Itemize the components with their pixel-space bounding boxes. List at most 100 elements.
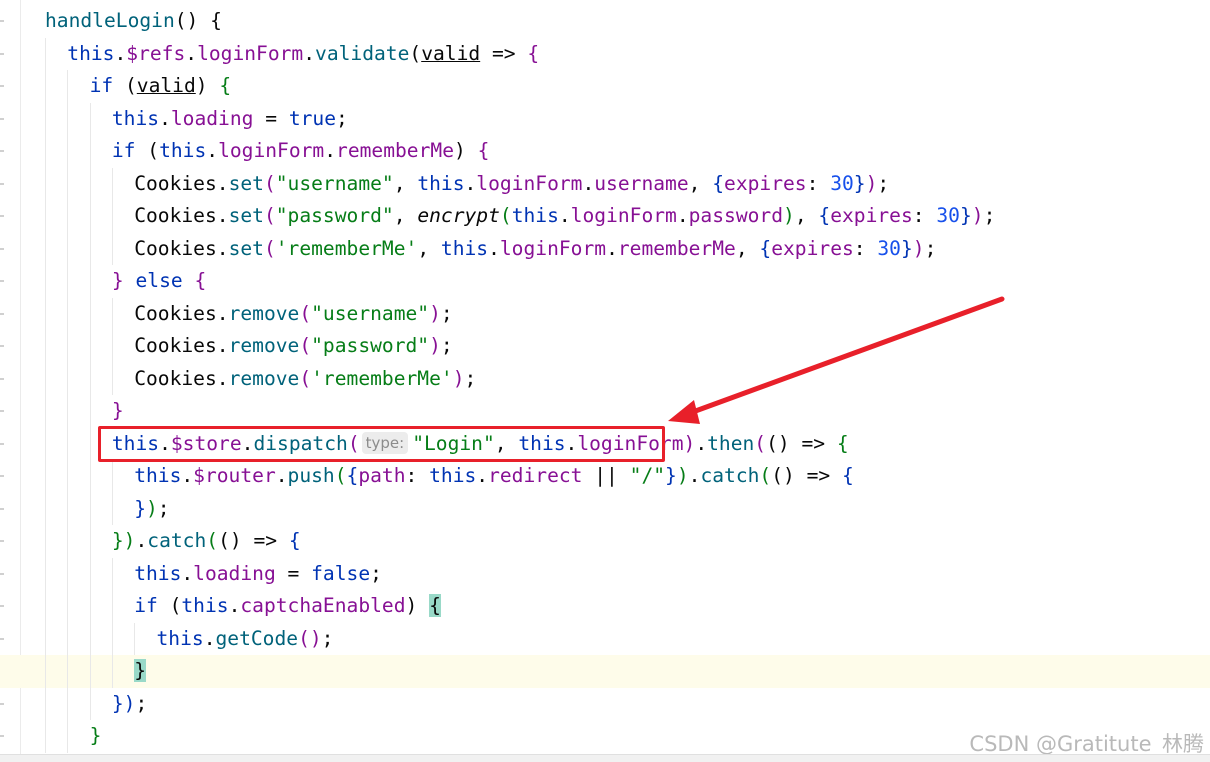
code-token: handleLogin (45, 9, 175, 32)
indent-guide (89, 167, 91, 200)
code-token: ; (440, 301, 453, 325)
code-token: this (134, 464, 182, 487)
code-line[interactable]: } (0, 395, 1210, 428)
code-token: this (111, 106, 160, 130)
code-token: . (203, 626, 216, 650)
indent-guide (45, 720, 46, 753)
code-line[interactable]: this.loading = false; (0, 557, 1210, 590)
indent-guide (89, 135, 91, 168)
code-token: set (228, 171, 264, 195)
code-text: Cookies.set("username", this.loginForm.u… (134, 168, 889, 201)
code-token: , (393, 204, 418, 227)
code-line[interactable]: }).catch(() => { (0, 525, 1210, 558)
code-token: ; (135, 691, 148, 715)
code-token: { (219, 74, 232, 97)
indent-guide (45, 590, 46, 623)
code-token: ) (683, 431, 696, 455)
code-token: : (912, 204, 937, 227)
code-token: ; (336, 106, 348, 130)
code-token: || (582, 464, 630, 487)
code-token: rememberMe (617, 236, 736, 260)
indent-guide (89, 102, 91, 135)
code-token: . (216, 236, 229, 260)
code-token: set (228, 204, 264, 227)
indent-guide (89, 492, 91, 525)
code-token: . (606, 236, 618, 260)
code-line[interactable]: this.$router.push({path: this.redirect |… (0, 460, 1210, 493)
code-token: . (159, 106, 171, 130)
code-line[interactable]: Cookies.set("username", this.loginForm.u… (0, 167, 1210, 201)
indent-guide (89, 557, 91, 590)
code-token: , (417, 236, 441, 260)
code-token: . (324, 139, 337, 162)
code-line[interactable]: Cookies.remove("username"); (0, 297, 1210, 331)
indent-guide (134, 622, 136, 655)
code-line[interactable]: Cookies.set("password", encrypt(this.log… (0, 200, 1210, 233)
code-line[interactable]: if (this.captchaEnabled) { (0, 590, 1210, 623)
indent-guide (89, 427, 91, 460)
code-token: ; (440, 334, 453, 357)
code-token: . (582, 171, 595, 195)
code-token: : (853, 236, 878, 260)
code-text: this.$refs.loginForm.validate(valid => { (67, 38, 539, 71)
code-token: } (111, 399, 124, 422)
code-line[interactable]: }); (0, 492, 1210, 526)
code-token: ( (299, 366, 312, 390)
code-token: $refs (126, 41, 186, 65)
code-token: ) (865, 171, 878, 195)
code-line[interactable]: Cookies.set('rememberMe', this.loginForm… (0, 232, 1210, 265)
indent-guide (89, 232, 91, 265)
code-text: } (90, 720, 102, 753)
code-line[interactable]: } else { (0, 265, 1210, 298)
indent-guide (67, 720, 69, 753)
code-token: { (288, 529, 301, 552)
code-line[interactable]: } (0, 655, 1210, 688)
code-token: , (794, 204, 819, 227)
code-line[interactable]: handleLogin() { (0, 5, 1210, 38)
code-token: this (159, 139, 207, 162)
code-token: this (417, 171, 465, 195)
code-token: . (216, 204, 229, 227)
code-line[interactable]: this.loading = true; (0, 102, 1210, 135)
code-text: }); (134, 493, 169, 526)
code-token: then (707, 431, 755, 455)
code-text: }); (112, 688, 147, 721)
code-line[interactable]: if (valid) { (0, 70, 1210, 103)
code-token: loginForm (476, 171, 583, 195)
indent-guide (67, 232, 69, 265)
code-token: path (358, 464, 406, 487)
code-token: Cookies (134, 171, 217, 195)
code-line[interactable]: this.getCode(); (0, 622, 1210, 655)
indent-guide (111, 460, 113, 493)
code-token: ( (299, 334, 312, 357)
code-token: . (303, 41, 316, 65)
indent-guide (67, 622, 69, 655)
code-token: = (275, 561, 312, 585)
code-line[interactable]: if (this.loginForm.rememberMe) { (0, 135, 1210, 168)
indent-guide (111, 557, 113, 590)
code-token: remove (228, 334, 300, 357)
code-line[interactable]: this.$refs.loginForm.validate(valid => { (0, 37, 1210, 71)
code-token: . (135, 529, 148, 552)
indent-guide (67, 297, 69, 330)
code-token: ; (157, 496, 170, 520)
code-line[interactable]: Cookies.remove("password"); (0, 330, 1210, 363)
code-text: Cookies.remove("username"); (134, 298, 453, 331)
code-token: ( (263, 171, 276, 195)
code-token: , (735, 236, 760, 260)
code-editor[interactable]: handleLogin() {this.$refs.loginForm.vali… (0, 0, 1210, 762)
code-token: ; (321, 626, 334, 650)
code-text: this.$router.push({path: this.redirect |… (134, 460, 854, 493)
indent-guide (67, 655, 69, 688)
code-line[interactable]: }); (0, 687, 1210, 721)
indent-guide (67, 492, 69, 525)
code-token: loading (193, 561, 276, 585)
code-token: remove (228, 366, 300, 390)
indent-guide (89, 200, 91, 233)
code-token: expires (830, 204, 913, 227)
code-line[interactable]: Cookies.remove('rememberMe'); (0, 362, 1210, 395)
code-token: () => (218, 529, 289, 552)
code-token: else (123, 269, 195, 292)
code-token: ( (299, 301, 312, 325)
code-token: , (688, 171, 713, 195)
